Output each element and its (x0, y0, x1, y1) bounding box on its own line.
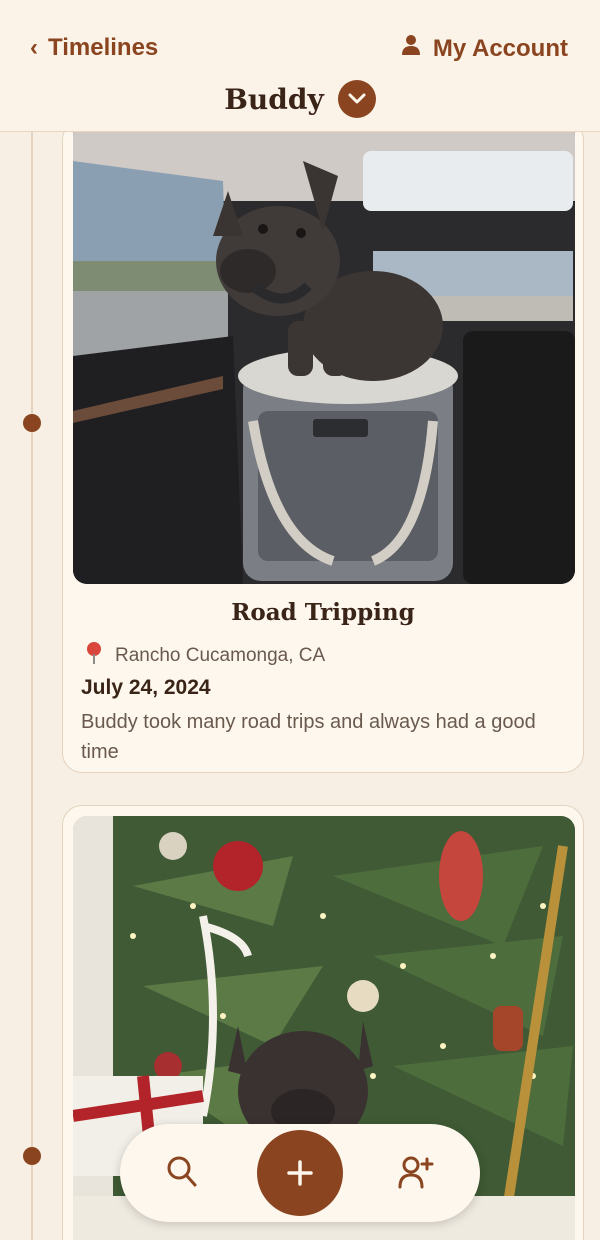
timeline-line (31, 132, 33, 1240)
entry-title: Road Tripping (231, 599, 415, 626)
entry-date: July 24, 2024 (81, 676, 211, 699)
account-label: My Account (432, 34, 568, 62)
my-account-link[interactable]: My Account (401, 34, 568, 63)
back-label: Timelines (48, 34, 159, 61)
add-entry-button[interactable] (257, 1130, 343, 1216)
plus-icon (287, 1160, 313, 1186)
chevron-left-icon: ‹ (30, 34, 38, 61)
timeline-title-row: Buddy (0, 80, 600, 118)
entry-location: Rancho Cucamonga, CA (85, 641, 325, 671)
invite-user-button[interactable] (398, 1155, 434, 1194)
timeline-dot (23, 1147, 41, 1165)
page-title: Buddy (224, 82, 324, 116)
entry-description: Buddy took many road trips and always ha… (81, 711, 536, 763)
timeline-switcher-button[interactable] (337, 80, 376, 118)
chevron-down-icon (348, 93, 366, 104)
timeline-dot (23, 414, 41, 432)
map-pin-icon (85, 641, 103, 671)
entry-location-text: Rancho Cucamonga, CA (115, 645, 326, 666)
search-icon (167, 1156, 197, 1187)
add-user-icon (398, 1156, 434, 1189)
entry-photo-dog-in-car[interactable] (73, 121, 575, 584)
app-header: ‹ Timelines My Account Buddy (0, 0, 600, 132)
timeline-entry-card[interactable]: Road Tripping Rancho Cucamonga, CA July … (62, 120, 584, 773)
back-to-timelines-link[interactable]: ‹ Timelines (30, 34, 158, 62)
search-button[interactable] (166, 1155, 198, 1194)
person-icon (401, 34, 421, 63)
bottom-action-bar (120, 1124, 480, 1222)
